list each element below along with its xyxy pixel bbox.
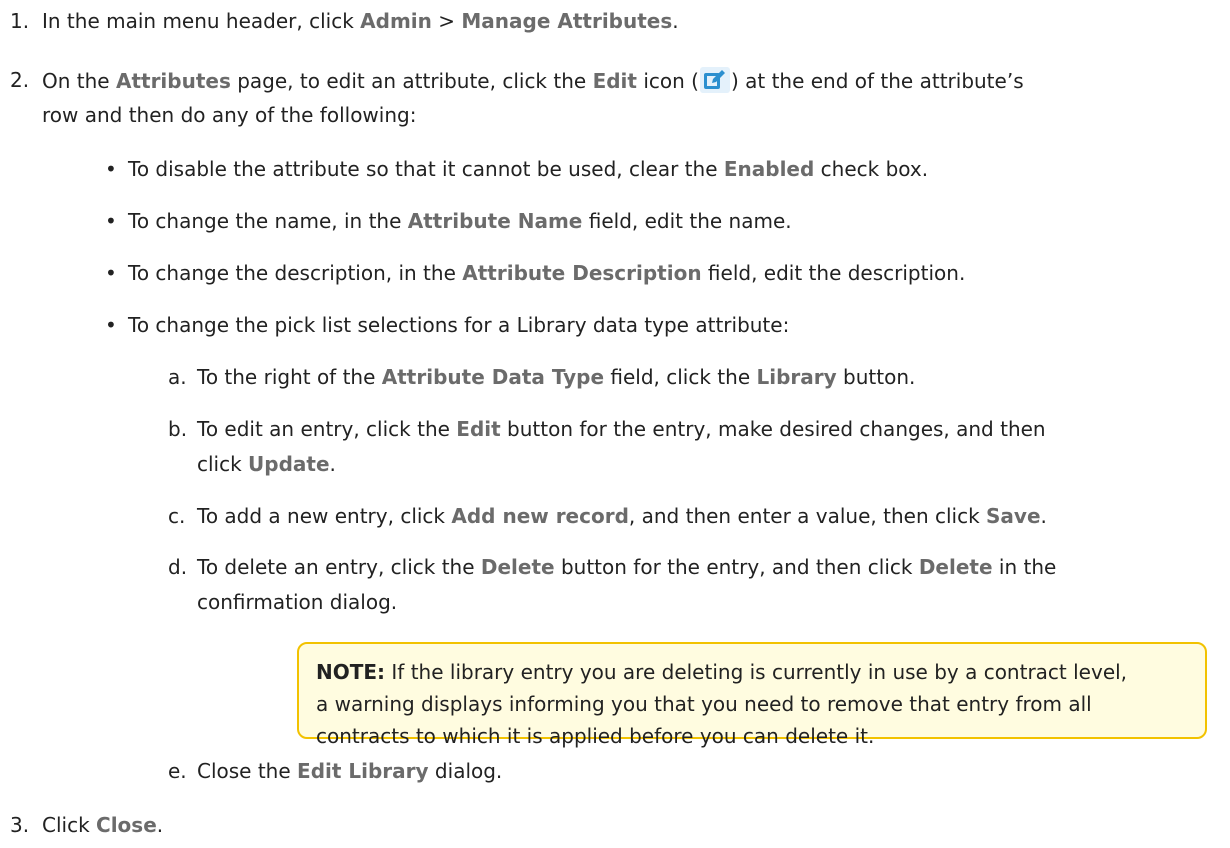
step-2-number: 2. [10,68,30,92]
step-2-continuation: row and then do any of the following: [42,103,417,127]
bullet-icon: • [105,209,117,233]
ui-term-enabled: Enabled [723,157,815,181]
step-3-number: 3. [10,813,30,837]
step-3-text: Click Close. [42,813,164,837]
ui-term-manage-attributes: Manage Attributes [461,9,673,33]
ui-term-edit: Edit [592,69,637,93]
step-2-text: On the Attributes page, to edit an attri… [42,67,1024,93]
ui-term-attributes: Attributes [115,69,231,93]
bullet-change-name: To change the name, in the Attribute Nam… [128,209,792,233]
note-label: NOTE: [316,660,386,684]
substep-c-letter: c. [168,504,186,528]
ui-term-delete: Delete [480,555,555,579]
ui-term-edit-library: Edit Library [297,759,429,783]
substep-c-text: To add a new entry, click Add new record… [197,504,1047,528]
ui-term-delete-confirm: Delete [918,555,993,579]
bullet-icon: • [105,313,117,337]
edit-icon [699,67,730,93]
step-1-number: 1. [10,9,30,33]
ui-term-attribute-data-type: Attribute Data Type [381,365,605,389]
ui-term-close: Close [96,813,157,837]
ui-term-attribute-description: Attribute Description [462,261,702,285]
bullet-disable-attribute: To disable the attribute so that it cann… [128,157,929,181]
substep-b-text: To edit an entry, click the Edit button … [197,417,1046,441]
ui-term-library: Library [756,365,837,389]
instructions-document: 1. In the main menu header, click Admin … [0,0,1230,848]
substep-e-letter: e. [168,759,187,783]
note-line-1: NOTE: If the library entry you are delet… [316,660,1128,684]
substep-d-continuation: confirmation dialog. [197,590,398,614]
ui-term-update: Update [248,452,330,476]
substep-d-text: To delete an entry, click the Delete but… [197,555,1057,579]
bullet-icon: • [105,157,117,181]
ui-term-edit: Edit [456,417,501,441]
substep-e-text: Close the Edit Library dialog. [197,759,503,783]
ui-term-save: Save [986,504,1041,528]
substep-b-continuation: click Update. [197,452,336,476]
ui-term-admin: Admin [360,9,432,33]
substep-a-letter: a. [168,365,187,389]
note-callout: NOTE: If the library entry you are delet… [297,642,1207,748]
bullet-pick-list: To change the pick list selections for a… [128,313,790,337]
substep-a-text: To the right of the Attribute Data Type … [197,365,916,389]
ui-term-attribute-name: Attribute Name [407,209,583,233]
substep-b-letter: b. [168,417,188,441]
note-line-3: contracts to which it is applied before … [316,724,875,748]
step-1-text: In the main menu header, click Admin > M… [42,9,679,33]
note-line-2: a warning displays informing you that yo… [316,692,1092,716]
bullet-change-description: To change the description, in the Attrib… [128,261,966,285]
bullet-icon: • [105,261,117,285]
ui-term-add-new-record: Add new record [451,504,629,528]
substep-d-letter: d. [168,555,188,579]
